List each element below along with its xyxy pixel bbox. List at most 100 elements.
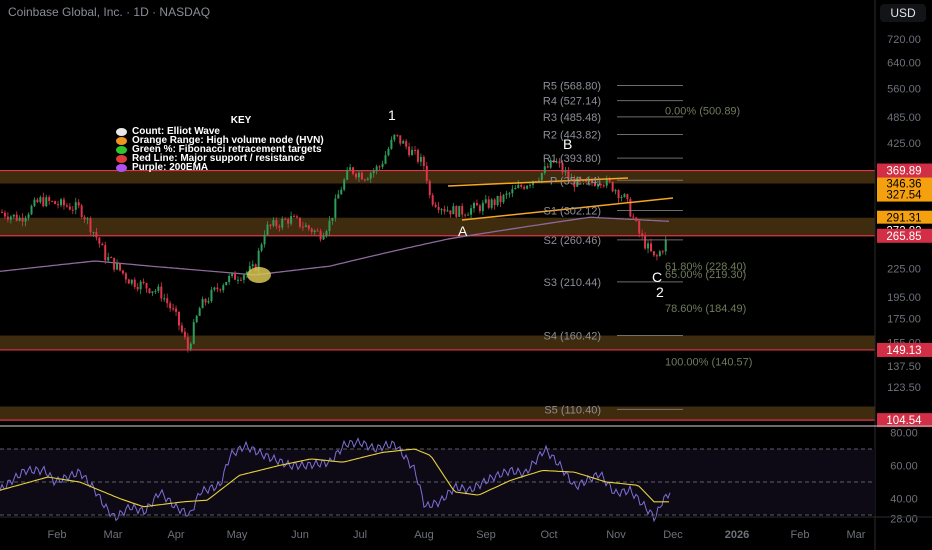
candle bbox=[331, 217, 334, 221]
candle bbox=[42, 197, 45, 207]
pivot-label: S2 (260.46) bbox=[544, 235, 601, 247]
candle bbox=[319, 231, 322, 240]
candle bbox=[514, 188, 517, 190]
candle bbox=[237, 279, 239, 281]
candle bbox=[343, 179, 346, 190]
candle bbox=[183, 331, 186, 338]
candle bbox=[334, 198, 337, 218]
candle bbox=[242, 274, 245, 280]
candle bbox=[369, 173, 372, 179]
candle bbox=[104, 245, 107, 261]
candle bbox=[172, 308, 175, 310]
orange-dot-icon bbox=[116, 136, 127, 145]
symbol-title[interactable]: Coinbase Global, Inc. · 1D · NASDAQ bbox=[8, 5, 210, 19]
candle bbox=[632, 216, 635, 218]
candle bbox=[60, 199, 62, 206]
candle bbox=[62, 199, 65, 206]
candle bbox=[127, 279, 130, 284]
candle bbox=[464, 214, 467, 216]
candle bbox=[316, 230, 319, 232]
candle bbox=[198, 308, 201, 316]
pivot-label: S5 (110.40) bbox=[544, 404, 601, 416]
price-tick-label: 175.00 bbox=[887, 313, 921, 325]
price-tick-label: 425.00 bbox=[887, 138, 921, 150]
candle bbox=[337, 194, 340, 199]
candle bbox=[266, 224, 269, 235]
candle bbox=[133, 279, 136, 287]
hvn-band bbox=[0, 406, 875, 421]
time-tick-label: Feb bbox=[791, 529, 810, 541]
price-chart[interactable]: R5 (568.80)R4 (527.14)R3 (485.48)R2 (443… bbox=[0, 0, 932, 550]
red-dot-icon bbox=[116, 154, 127, 163]
candle bbox=[363, 179, 366, 181]
candle bbox=[89, 218, 92, 233]
candle bbox=[310, 228, 313, 233]
candle bbox=[113, 257, 116, 270]
candle bbox=[414, 149, 416, 151]
rsi-tick-label: 40.00 bbox=[890, 494, 918, 506]
candle bbox=[216, 287, 219, 290]
candle bbox=[375, 166, 378, 171]
candle bbox=[213, 287, 216, 290]
candle bbox=[602, 185, 605, 187]
pivot-label: S4 (160.42) bbox=[544, 331, 601, 343]
candle bbox=[455, 206, 458, 217]
candle bbox=[437, 206, 440, 210]
candle bbox=[110, 257, 113, 259]
candle bbox=[86, 218, 89, 220]
candle bbox=[175, 308, 178, 312]
candle bbox=[443, 209, 446, 212]
candle bbox=[15, 214, 18, 221]
candle bbox=[526, 185, 529, 189]
candle bbox=[139, 281, 142, 290]
candle bbox=[251, 264, 254, 267]
candle bbox=[231, 272, 234, 276]
candle bbox=[517, 184, 520, 189]
candle bbox=[6, 216, 9, 220]
hvn-price-badge: 327.54 bbox=[886, 190, 922, 202]
candle bbox=[74, 202, 77, 210]
candle bbox=[502, 194, 505, 203]
white-dot-icon bbox=[116, 127, 127, 136]
candle bbox=[33, 199, 36, 206]
support-resistance-badge: 104.54 bbox=[886, 415, 922, 427]
rsi-tick-label: 28.00 bbox=[890, 513, 918, 525]
candle bbox=[620, 197, 623, 199]
candle bbox=[234, 272, 237, 280]
candle bbox=[228, 275, 231, 283]
candle bbox=[458, 205, 461, 217]
candle bbox=[278, 226, 281, 228]
candle bbox=[65, 205, 68, 207]
fib-label: 65.00% (219.30) bbox=[665, 269, 746, 281]
candle bbox=[611, 181, 614, 192]
support-resistance-badge: 265.85 bbox=[886, 231, 921, 243]
candle bbox=[92, 232, 95, 234]
candle bbox=[623, 194, 626, 198]
candle bbox=[440, 209, 443, 211]
pivot-label: R3 (485.48) bbox=[543, 112, 601, 124]
candle bbox=[154, 290, 157, 292]
candle bbox=[145, 283, 148, 289]
candle bbox=[638, 220, 641, 234]
candle bbox=[24, 217, 27, 222]
candle bbox=[284, 218, 287, 220]
time-tick-label: Aug bbox=[414, 529, 434, 541]
legend-title: KEY bbox=[230, 115, 252, 126]
candle bbox=[142, 281, 145, 284]
candle bbox=[293, 216, 296, 218]
candle bbox=[387, 148, 390, 156]
candle bbox=[452, 206, 455, 215]
fib-label: 78.60% (184.49) bbox=[665, 303, 746, 315]
candle bbox=[322, 235, 325, 240]
candle bbox=[263, 234, 266, 245]
candle bbox=[650, 243, 652, 252]
candle bbox=[136, 286, 139, 290]
candle bbox=[355, 173, 357, 178]
currency-button[interactable]: USD bbox=[880, 4, 926, 22]
candle bbox=[45, 197, 48, 207]
candle bbox=[416, 149, 419, 162]
candle bbox=[564, 171, 567, 173]
time-tick-label: Feb bbox=[48, 529, 67, 541]
candle bbox=[325, 231, 328, 236]
candle bbox=[661, 251, 664, 253]
